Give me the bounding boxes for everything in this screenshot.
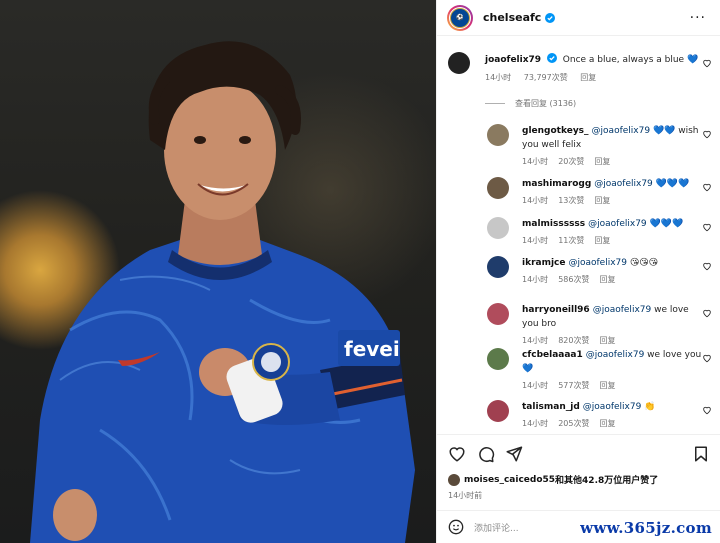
comment-username[interactable]: cfcbelaaaa1: [522, 350, 583, 360]
comment-likes[interactable]: 20次赞: [558, 157, 584, 166]
avatar[interactable]: [487, 303, 509, 325]
avatar[interactable]: [448, 52, 470, 74]
account-username[interactable]: chelseafc: [483, 11, 541, 24]
comment-text: 😘😘😘: [629, 258, 659, 268]
mention-link[interactable]: @joaofelix79: [593, 305, 652, 315]
comment-time: 14小时: [522, 157, 549, 166]
view-replies-label: 查看回复 (3136): [515, 99, 577, 108]
reply-button[interactable]: 回复: [599, 275, 615, 284]
comment-icon[interactable]: [477, 445, 495, 463]
comment-time: 14小时: [522, 275, 549, 284]
post-photo[interactable]: fevei: [0, 0, 436, 543]
reply-button[interactable]: 回复: [594, 196, 610, 205]
mention-link[interactable]: @joaofelix79: [583, 402, 642, 412]
comment-username[interactable]: glengotkeys_: [522, 126, 589, 136]
share-icon[interactable]: [505, 445, 523, 463]
comment-username[interactable]: harryoneill96: [522, 305, 590, 315]
avatar[interactable]: [487, 256, 509, 278]
like-heart-icon[interactable]: [702, 261, 712, 271]
mention-link[interactable]: @joaofelix79: [586, 350, 645, 360]
watermark-text: www.365jz.com: [580, 519, 712, 537]
avatar[interactable]: [487, 217, 509, 239]
like-heart-icon[interactable]: [702, 129, 712, 139]
post-timestamp: 14小时前: [448, 491, 483, 500]
comment-time: 14小时: [522, 236, 549, 245]
like-heart-icon[interactable]: [702, 308, 712, 318]
comment-time: 14小时: [485, 73, 512, 82]
avatar[interactable]: [487, 124, 509, 146]
comment-likes[interactable]: 820次赞: [558, 336, 589, 345]
comment-username[interactable]: mashimarogg: [522, 179, 591, 189]
view-replies-button[interactable]: 查看回复 (3136): [485, 98, 576, 109]
comment-likes[interactable]: 13次赞: [558, 196, 584, 205]
comment-likes[interactable]: 73,797次赞: [524, 73, 568, 82]
post-header: ⚽ chelseafc ···: [437, 0, 720, 36]
comment-text: 💙💙💙: [649, 219, 684, 229]
comment-username[interactable]: joaofelix79: [485, 55, 541, 65]
comment-likes[interactable]: 11次赞: [558, 236, 584, 245]
emoji-icon[interactable]: [448, 519, 464, 535]
mention-link[interactable]: @joaofelix79: [594, 179, 653, 189]
like-heart-icon[interactable]: [702, 222, 712, 232]
like-heart-icon[interactable]: [702, 58, 712, 68]
verified-badge-icon: [546, 53, 557, 63]
post-sidebar: ⚽ chelseafc ··· joaofelix79 Once a blue,…: [436, 0, 720, 543]
player-illustration: fevei: [30, 41, 415, 543]
comment-time: 14小时: [522, 196, 549, 205]
like-heart-icon[interactable]: [702, 353, 712, 363]
comment-text: 💙💙💙: [655, 179, 690, 189]
save-bookmark-icon[interactable]: [692, 445, 710, 463]
comment-time: 14小时: [522, 381, 549, 390]
mention-link[interactable]: @joaofelix79: [592, 126, 651, 136]
mention-link[interactable]: @joaofelix79: [588, 219, 647, 229]
comment-likes[interactable]: 577次赞: [558, 381, 589, 390]
verified-badge-icon: [545, 12, 556, 23]
comment-text: Once a blue, always a blue: [562, 55, 685, 65]
liked-by: moises_caicedo55 和其他42.8万位用户赞了: [448, 473, 658, 486]
avatar[interactable]: [487, 177, 509, 199]
reply-button[interactable]: 回复: [594, 157, 610, 166]
like-icon[interactable]: [448, 445, 466, 463]
reply-button[interactable]: 回复: [580, 73, 596, 82]
comment-likes[interactable]: 586次赞: [558, 275, 589, 284]
like-heart-icon[interactable]: [702, 405, 712, 415]
comment-username[interactable]: ikramjce: [522, 258, 565, 268]
add-comment-input[interactable]: 添加评论...: [474, 521, 519, 534]
reply-button[interactable]: 回复: [599, 419, 615, 428]
sponsor-text: fevei: [344, 337, 400, 361]
comment-emoji: 💙: [686, 55, 699, 65]
post-actions: moises_caicedo55 和其他42.8万位用户赞了 14小时前 添加评…: [437, 434, 720, 542]
comment-username[interactable]: talisman_jd: [522, 402, 580, 412]
avatar[interactable]: [487, 400, 509, 422]
more-options-button[interactable]: ···: [690, 10, 706, 26]
reply-button[interactable]: 回复: [599, 336, 615, 345]
comment-text: 👏: [644, 402, 656, 412]
liker-avatar[interactable]: [448, 473, 460, 486]
comments-list[interactable]: joaofelix79 Once a blue, always a blue 💙…: [437, 36, 720, 434]
reply-button[interactable]: 回复: [594, 236, 610, 245]
avatar[interactable]: [487, 348, 509, 370]
like-heart-icon[interactable]: [702, 182, 712, 192]
comment-likes[interactable]: 205次赞: [558, 419, 589, 428]
comment-time: 14小时: [522, 336, 549, 345]
account-avatar[interactable]: ⚽: [447, 4, 473, 31]
comment-username[interactable]: malmissssss: [522, 219, 585, 229]
liker-username[interactable]: moises_caicedo55: [464, 475, 555, 485]
reply-button[interactable]: 回复: [599, 381, 615, 390]
likes-summary[interactable]: 和其他42.8万位用户赞了: [555, 473, 658, 486]
mention-link[interactable]: @joaofelix79: [568, 258, 627, 268]
comment-time: 14小时: [522, 419, 549, 428]
